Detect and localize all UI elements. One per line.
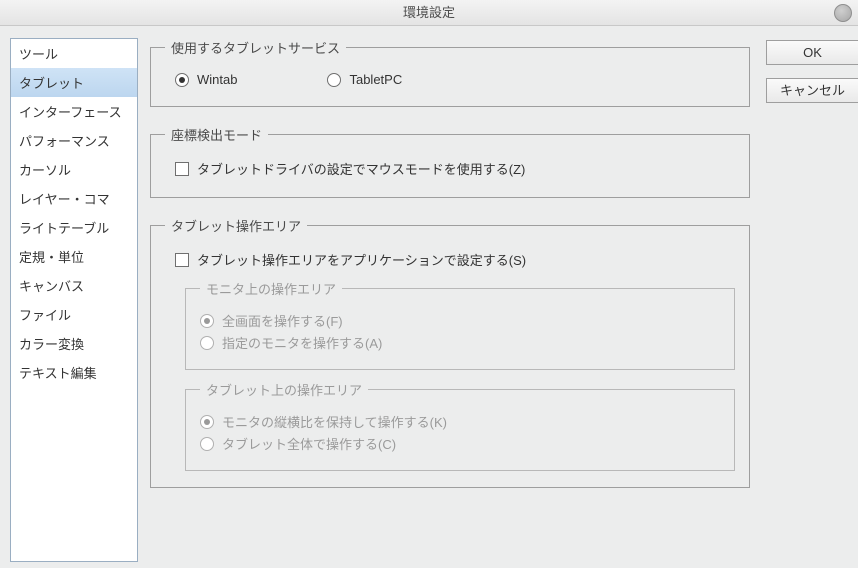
radio-monitor-specified: 指定のモニタを操作する(A) bbox=[200, 333, 720, 352]
ok-button[interactable]: OK bbox=[766, 40, 858, 65]
sidebar-item-text-edit[interactable]: テキスト編集 bbox=[11, 358, 137, 387]
radio-icon bbox=[327, 73, 341, 87]
title-bar: 環境設定 bbox=[0, 0, 858, 26]
close-icon[interactable] bbox=[834, 4, 852, 22]
radio-monitor-full-label: 全画面を操作する(F) bbox=[222, 311, 343, 330]
sidebar-item-tablet[interactable]: タブレット bbox=[11, 68, 137, 97]
group-tablet-service: 使用するタブレットサービス Wintab TabletPC bbox=[150, 38, 750, 107]
radio-monitor-specified-label: 指定のモニタを操作する(A) bbox=[222, 333, 382, 352]
sidebar-item-layer-frame[interactable]: レイヤー・コマ bbox=[11, 184, 137, 213]
checkbox-mouse-mode[interactable]: タブレットドライバの設定でマウスモードを使用する(Z) bbox=[175, 159, 735, 178]
radio-icon bbox=[200, 415, 214, 429]
sidebar-item-tool[interactable]: ツール bbox=[11, 39, 137, 68]
radio-icon bbox=[200, 336, 214, 350]
checkbox-icon bbox=[175, 253, 189, 267]
group-coord-mode: 座標検出モード タブレットドライバの設定でマウスモードを使用する(Z) bbox=[150, 125, 750, 198]
sidebar-item-light-table[interactable]: ライトテーブル bbox=[11, 213, 137, 242]
radio-icon bbox=[200, 314, 214, 328]
sidebar-item-file[interactable]: ファイル bbox=[11, 300, 137, 329]
radio-tablet-keep-ratio-label: モニタの縦横比を保持して操作する(K) bbox=[222, 412, 447, 431]
radio-tabletpc[interactable]: TabletPC bbox=[327, 72, 402, 87]
radio-monitor-full: 全画面を操作する(F) bbox=[200, 311, 720, 330]
group-operation-area-legend: タブレット操作エリア bbox=[165, 216, 307, 235]
group-coord-mode-legend: 座標検出モード bbox=[165, 125, 268, 144]
sidebar-item-interface[interactable]: インターフェース bbox=[11, 97, 137, 126]
window-title: 環境設定 bbox=[403, 5, 455, 20]
subgroup-tablet-area-legend: タブレット上の操作エリア bbox=[200, 380, 368, 399]
checkbox-set-area-by-app-label: タブレット操作エリアをアプリケーションで設定する(S) bbox=[197, 250, 526, 269]
group-operation-area: タブレット操作エリア タブレット操作エリアをアプリケーションで設定する(S) モ… bbox=[150, 216, 750, 488]
subgroup-monitor-area: モニタ上の操作エリア 全画面を操作する(F) 指定のモニタを操作する(A) bbox=[185, 279, 735, 370]
sidebar-item-ruler-unit[interactable]: 定規・単位 bbox=[11, 242, 137, 271]
radio-icon bbox=[200, 437, 214, 451]
subgroup-tablet-area: タブレット上の操作エリア モニタの縦横比を保持して操作する(K) タブレット全体… bbox=[185, 380, 735, 471]
radio-wintab-label: Wintab bbox=[197, 72, 237, 87]
radio-wintab[interactable]: Wintab bbox=[175, 72, 237, 87]
radio-tablet-whole: タブレット全体で操作する(C) bbox=[200, 434, 720, 453]
checkbox-set-area-by-app[interactable]: タブレット操作エリアをアプリケーションで設定する(S) bbox=[175, 250, 735, 269]
sidebar-item-performance[interactable]: パフォーマンス bbox=[11, 126, 137, 155]
subgroup-monitor-area-legend: モニタ上の操作エリア bbox=[200, 279, 342, 298]
checkbox-icon bbox=[175, 162, 189, 176]
checkbox-mouse-mode-label: タブレットドライバの設定でマウスモードを使用する(Z) bbox=[197, 159, 525, 178]
radio-icon bbox=[175, 73, 189, 87]
cancel-button[interactable]: キャンセル bbox=[766, 78, 858, 103]
radio-tablet-whole-label: タブレット全体で操作する(C) bbox=[222, 434, 396, 453]
category-list[interactable]: ツール タブレット インターフェース パフォーマンス カーソル レイヤー・コマ … bbox=[10, 38, 138, 562]
sidebar-item-cursor[interactable]: カーソル bbox=[11, 155, 137, 184]
group-tablet-service-legend: 使用するタブレットサービス bbox=[165, 38, 346, 57]
radio-tabletpc-label: TabletPC bbox=[349, 72, 402, 87]
sidebar-item-color-conversion[interactable]: カラー変換 bbox=[11, 329, 137, 358]
sidebar-item-canvas[interactable]: キャンバス bbox=[11, 271, 137, 300]
radio-tablet-keep-ratio: モニタの縦横比を保持して操作する(K) bbox=[200, 412, 720, 431]
